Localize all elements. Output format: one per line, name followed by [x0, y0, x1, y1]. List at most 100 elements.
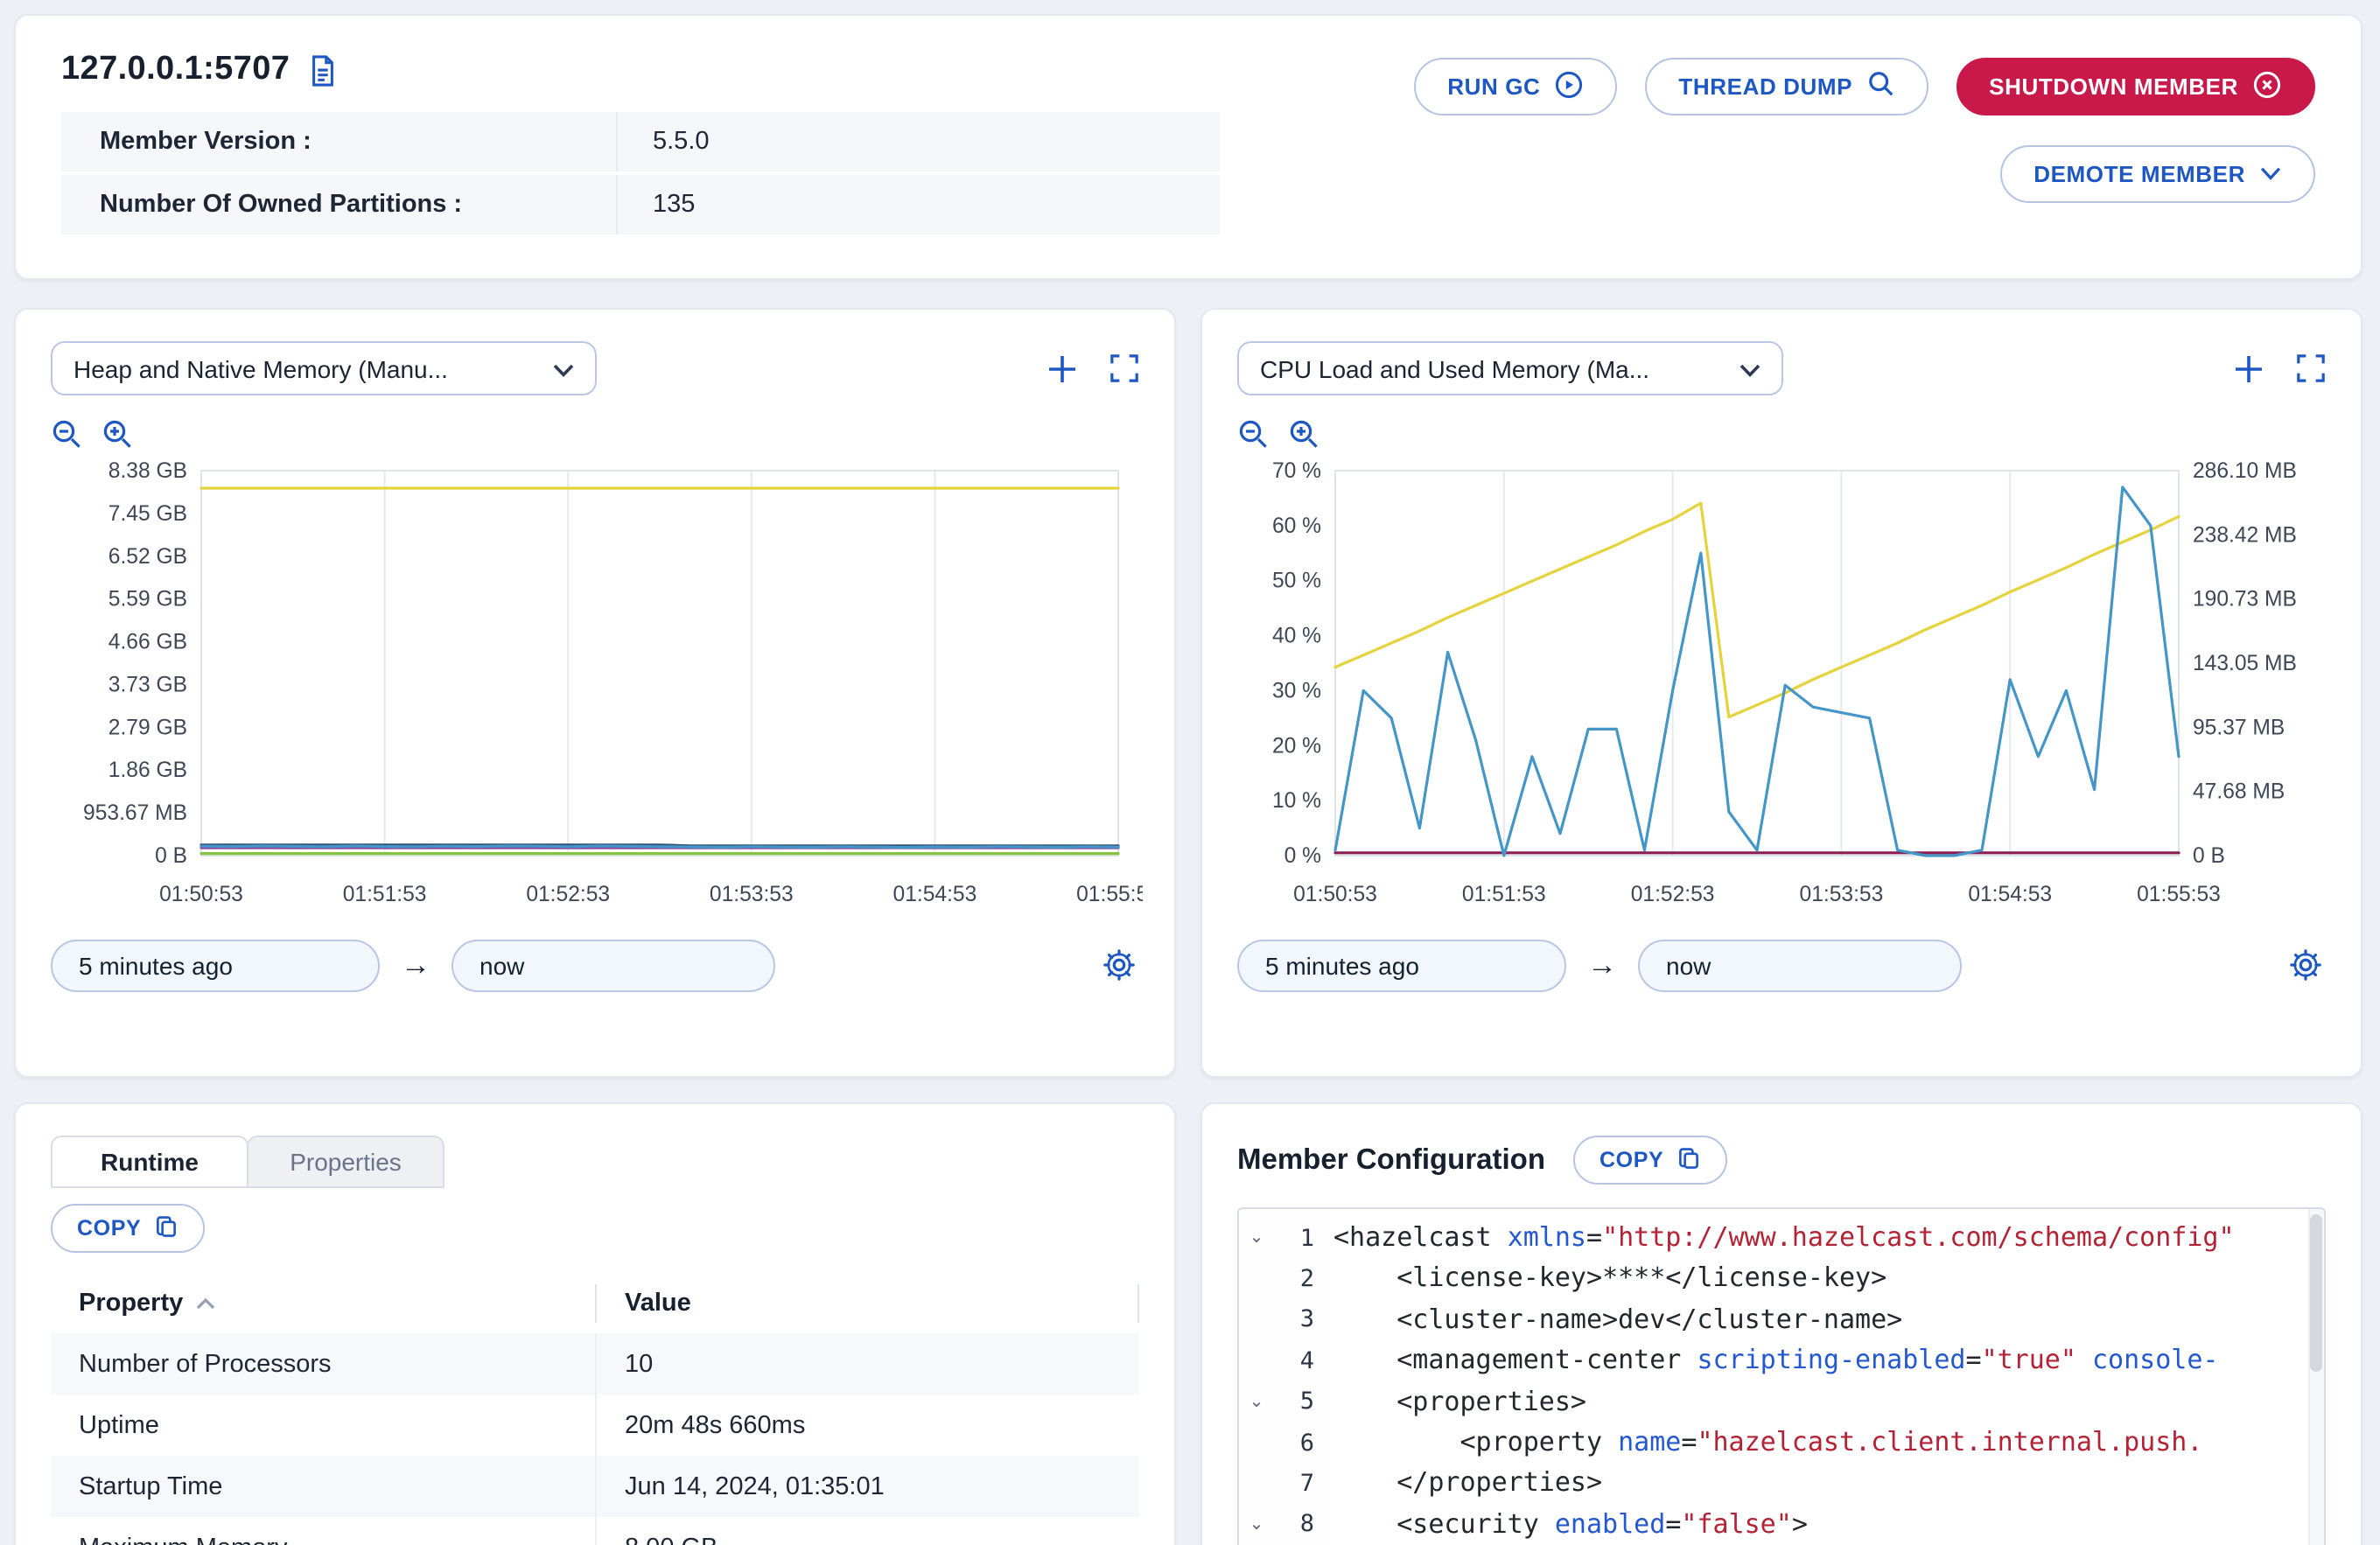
svg-text:01:51:53: 01:51:53 [343, 883, 427, 906]
time-from-input[interactable]: 5 minutes ago [1237, 940, 1566, 992]
cpu-memory-card: CPU Load and Used Memory (Ma... [1200, 308, 2362, 1078]
svg-text:0 B: 0 B [155, 844, 187, 868]
heap-memory-card: Heap and Native Memory (Manu... [14, 308, 1176, 1078]
time-from-input[interactable]: 5 minutes ago [51, 940, 380, 992]
svg-text:190.73 MB: 190.73 MB [2193, 588, 2297, 612]
code-line: <license-key>****</license-key> [1334, 1259, 2324, 1300]
config-title: Member Configuration [1237, 1143, 1545, 1177]
gutter-line: 7 [1239, 1464, 1330, 1505]
code-scrollbar[interactable] [2308, 1209, 2324, 1545]
cpu-chart-select-value: CPU Load and Used Memory (Ma... [1260, 354, 1649, 382]
config-code: <hazelcast xmlns="http://www.hazelcast.c… [1330, 1209, 2324, 1545]
config-head: Member Configuration COPY [1237, 1136, 2326, 1185]
config-gutter: ⌄1234⌄567⌄89 [1239, 1209, 1330, 1545]
copy-icon [153, 1213, 178, 1243]
gutter-line: ⌄1 [1239, 1218, 1330, 1259]
svg-text:6.52 GB: 6.52 GB [108, 545, 187, 569]
arrow-right-icon: → [1587, 948, 1617, 983]
add-chart-icon[interactable] [1046, 353, 1078, 384]
table-row: Startup TimeJun 14, 2024, 01:35:01 [51, 1456, 1139, 1517]
fold-chevron-icon[interactable]: ⌄ [1239, 1393, 1274, 1412]
svg-text:70 %: 70 % [1272, 459, 1321, 483]
svg-text:0 %: 0 % [1284, 844, 1321, 868]
table-row: Uptime20m 48s 660ms [51, 1395, 1139, 1456]
arrow-right-icon: → [401, 948, 430, 983]
heap-chart-select[interactable]: Heap and Native Memory (Manu... [51, 341, 597, 395]
svg-text:01:54:53: 01:54:53 [1968, 883, 2052, 906]
cpu-load-chart: 70 %60 %50 %40 %30 %20 %10 %0 %286.10 MB… [1237, 453, 2329, 919]
zoom-in-icon[interactable] [1288, 418, 1320, 450]
time-to-input[interactable]: now [1638, 940, 1962, 992]
svg-text:01:52:53: 01:52:53 [1631, 883, 1715, 906]
svg-text:01:55:53: 01:55:53 [2137, 883, 2221, 906]
actions-row-primary: RUN GC THREAD DUMP [1414, 58, 2315, 115]
heap-time-controls: 5 minutes ago → now [51, 940, 1139, 992]
gutter-line: ⌄5 [1239, 1381, 1330, 1423]
fullscreen-icon[interactable] [2296, 353, 2326, 383]
gutter-line: ⌄8 [1239, 1504, 1330, 1545]
fold-chevron-icon[interactable]: ⌄ [1239, 1515, 1274, 1535]
add-chart-icon[interactable] [2233, 353, 2264, 384]
svg-text:01:50:53: 01:50:53 [1293, 883, 1377, 906]
svg-text:47.68 MB: 47.68 MB [2193, 780, 2285, 804]
cpu-chart-select[interactable]: CPU Load and Used Memory (Ma... [1237, 341, 1783, 395]
actions-row-secondary: DEMOTE MEMBER [2000, 145, 2315, 203]
fold-chevron-icon[interactable]: ⌄ [1239, 1228, 1274, 1248]
chevron-down-icon [1740, 354, 1760, 382]
column-header-value: Value [597, 1284, 1139, 1323]
runtime-table: Property Value Number of Processors10Upt… [51, 1274, 1139, 1545]
cpu-zoom-controls [1237, 418, 2326, 450]
svg-text:95.37 MB: 95.37 MB [2193, 716, 2285, 739]
demote-member-label: DEMOTE MEMBER [2034, 161, 2245, 187]
code-line: <properties> [1334, 1381, 2324, 1423]
gutter-line: 3 [1239, 1300, 1330, 1341]
fullscreen-icon[interactable] [1110, 353, 1139, 383]
svg-text:3.73 GB: 3.73 GB [108, 673, 187, 696]
time-from-value: 5 minutes ago [79, 952, 233, 980]
zoom-out-icon[interactable] [51, 418, 82, 450]
svg-text:1.86 GB: 1.86 GB [108, 759, 187, 782]
code-scrollbar-thumb[interactable] [2310, 1214, 2322, 1372]
time-from-value: 5 minutes ago [1265, 952, 1419, 980]
play-circle-icon [1554, 69, 1584, 104]
demote-member-button[interactable]: DEMOTE MEMBER [2000, 145, 2315, 203]
tab-properties[interactable]: Properties [247, 1136, 444, 1188]
runtime-tabs: Runtime Properties [51, 1136, 1139, 1188]
thread-dump-button[interactable]: THREAD DUMP [1645, 58, 1928, 115]
config-copy-label: COPY [1600, 1148, 1663, 1172]
runtime-table-body: Number of Processors10Uptime20m 48s 660m… [51, 1333, 1139, 1545]
table-row: Number of Processors10 [51, 1333, 1139, 1395]
chevron-down-icon [2259, 161, 2282, 187]
shutdown-member-button[interactable]: SHUTDOWN MEMBER [1956, 58, 2315, 115]
svg-text:60 %: 60 % [1272, 514, 1321, 538]
svg-text:10 %: 10 % [1272, 789, 1321, 813]
heap-zoom-controls [51, 418, 1139, 450]
heap-chart-head: Heap and Native Memory (Manu... [51, 341, 1139, 395]
runtime-copy-label: COPY [77, 1216, 141, 1241]
runtime-copy-button[interactable]: COPY [51, 1204, 204, 1253]
svg-text:01:54:53: 01:54:53 [893, 883, 977, 906]
config-code-editor[interactable]: ⌄1234⌄567⌄89 <hazelcast xmlns="http://ww… [1237, 1207, 2326, 1545]
copy-icon [1676, 1145, 1700, 1175]
tab-runtime[interactable]: Runtime [51, 1136, 248, 1188]
svg-text:20 %: 20 % [1272, 734, 1321, 758]
chart-settings-gear-icon[interactable] [2289, 948, 2322, 982]
column-header-property[interactable]: Property [51, 1284, 597, 1323]
svg-text:5.59 GB: 5.59 GB [108, 588, 187, 612]
zoom-in-icon[interactable] [102, 418, 133, 450]
chart-settings-gear-icon[interactable] [1102, 948, 1136, 982]
time-to-value: now [480, 952, 524, 980]
config-copy-button[interactable]: COPY [1573, 1136, 1726, 1185]
svg-text:30 %: 30 % [1272, 679, 1321, 703]
info-row: Member Version :5.5.0 [61, 112, 1220, 171]
tab-properties-label: Properties [290, 1148, 402, 1176]
header-actions: RUN GC THREAD DUMP [1414, 58, 2315, 203]
time-to-input[interactable]: now [452, 940, 775, 992]
gutter-line: 4 [1239, 1340, 1330, 1381]
zoom-out-icon[interactable] [1237, 418, 1269, 450]
svg-text:0 B: 0 B [2193, 844, 2225, 868]
member-configuration-card: Member Configuration COPY ⌄1234⌄567⌄89 <… [1200, 1102, 2362, 1545]
document-icon[interactable] [307, 53, 337, 87]
svg-text:50 %: 50 % [1272, 570, 1321, 593]
run-gc-button[interactable]: RUN GC [1414, 58, 1617, 115]
